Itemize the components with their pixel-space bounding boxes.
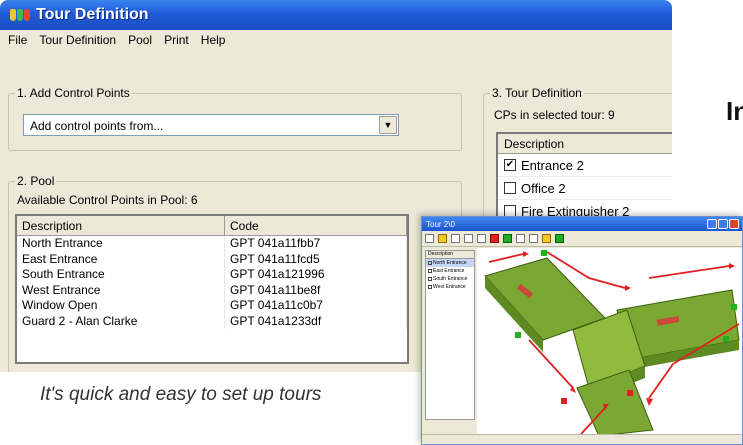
add-control-points-dropdown[interactable]: Add control points from... ▼ xyxy=(23,114,399,136)
table-row[interactable]: North Entrance GPT 041a11fbb7 xyxy=(17,236,407,252)
checkpoint-marker[interactable] xyxy=(541,250,547,256)
column-header-code[interactable]: Code xyxy=(225,216,407,236)
column-header-description[interactable]: Description xyxy=(498,134,672,154)
caption: It's quick and easy to set up tours xyxy=(40,384,322,405)
cell-code: GPT 041a11fcd5 xyxy=(225,251,407,267)
column-header-description[interactable]: Description xyxy=(17,216,225,236)
route-icon[interactable] xyxy=(503,234,512,243)
menu-bar: File Tour Definition Pool Print Help xyxy=(0,30,672,50)
heading-fragment: In xyxy=(726,96,743,126)
tour-2-window: Tour 2\0 Description North Entrance East… xyxy=(421,216,743,445)
window-title: Tour Definition xyxy=(36,6,149,23)
marker-icon[interactable] xyxy=(542,234,551,243)
list-item[interactable]: ✔ Entrance 2 xyxy=(498,154,672,177)
tour-definition-title: 3. Tour Definition xyxy=(490,86,584,100)
table-row[interactable]: East Entrance GPT 041a11fcd5 xyxy=(17,251,407,267)
table-row[interactable]: West Entrance GPT 041a11be8f xyxy=(17,282,407,298)
grid-icon[interactable] xyxy=(516,234,525,243)
checkpoint-marker[interactable] xyxy=(561,398,567,404)
new-file-icon[interactable] xyxy=(425,234,434,243)
overlay-side-list[interactable]: Description North Entrance East Entrance… xyxy=(425,250,475,420)
overlay-side-header: Description xyxy=(426,251,474,259)
list-item-label: Entrance 2 xyxy=(521,157,584,173)
menu-pool[interactable]: Pool xyxy=(128,33,152,47)
list-item[interactable]: West Entrance xyxy=(426,283,474,291)
overlay-title: Tour 2\0 xyxy=(426,219,455,229)
flag-icon[interactable] xyxy=(555,234,564,243)
maximize-icon[interactable] xyxy=(718,219,728,229)
table-row[interactable]: Window Open GPT 041a11c0b7 xyxy=(17,298,407,314)
menu-file[interactable]: File xyxy=(8,33,27,47)
checkbox-checked[interactable]: ✔ xyxy=(504,159,516,171)
overlay-title-bar[interactable]: Tour 2\0 xyxy=(422,217,742,231)
checkpoint-marker[interactable] xyxy=(731,304,737,310)
minimize-icon[interactable] xyxy=(707,219,717,229)
tour-cp-count: CPs in selected tour: 9 xyxy=(494,108,615,122)
pen-icon[interactable] xyxy=(490,234,499,243)
pool-group: 2. Pool Available Control Points in Pool… xyxy=(8,174,462,372)
cell-code: GPT 041a11be8f xyxy=(225,282,407,298)
move-icon[interactable] xyxy=(477,234,486,243)
cell-code: GPT 041a11c0b7 xyxy=(225,298,407,314)
add-control-points-group: 1. Add Control Points Add control points… xyxy=(8,86,462,151)
print-icon[interactable] xyxy=(464,234,473,243)
building-3d-view[interactable] xyxy=(477,248,742,436)
cell-description: South Entrance xyxy=(17,267,225,283)
cell-code: GPT 041a121996 xyxy=(225,267,407,283)
cell-description: Guard 2 - Alan Clarke xyxy=(17,313,225,329)
checkpoint-marker[interactable] xyxy=(723,336,729,342)
list-item[interactable]: East Entrance xyxy=(426,267,474,275)
text-icon[interactable] xyxy=(529,234,538,243)
table-row[interactable]: South Entrance GPT 041a121996 xyxy=(17,267,407,283)
dropdown-value: Add control points from... xyxy=(30,119,164,133)
app-logo-icon xyxy=(10,7,30,23)
table-row[interactable]: Guard 2 - Alan Clarke GPT 041a1233df xyxy=(17,313,407,329)
save-icon[interactable] xyxy=(451,234,460,243)
checkpoint-marker[interactable] xyxy=(627,390,633,396)
checkbox-unchecked[interactable] xyxy=(504,182,516,194)
pool-table[interactable]: Description Code North Entrance GPT 041a… xyxy=(15,214,409,364)
add-control-points-title: 1. Add Control Points xyxy=(15,86,132,100)
cell-code: GPT 041a11fbb7 xyxy=(225,236,407,252)
checkpoint-marker[interactable] xyxy=(515,332,521,338)
menu-tour-definition[interactable]: Tour Definition xyxy=(39,33,116,47)
cell-description: East Entrance xyxy=(17,251,225,267)
list-item[interactable]: Office 2 xyxy=(498,177,672,200)
chevron-down-icon[interactable]: ▼ xyxy=(379,116,397,134)
overlay-status-bar xyxy=(422,434,742,444)
list-item-label: Office 2 xyxy=(521,180,566,196)
list-item[interactable]: South Entrance xyxy=(426,275,474,283)
menu-help[interactable]: Help xyxy=(201,33,226,47)
title-bar[interactable]: Tour Definition xyxy=(0,0,672,30)
cell-code: GPT 041a1233df xyxy=(225,313,407,329)
close-icon[interactable] xyxy=(729,219,739,229)
cell-description: Window Open xyxy=(17,298,225,314)
open-folder-icon[interactable] xyxy=(438,234,447,243)
list-item[interactable]: North Entrance xyxy=(426,259,474,267)
overlay-toolbar xyxy=(422,231,742,247)
pool-title: 2. Pool xyxy=(15,174,57,188)
cell-description: North Entrance xyxy=(17,236,225,252)
menu-print[interactable]: Print xyxy=(164,33,189,47)
pool-count: Available Control Points in Pool: 6 xyxy=(17,193,198,207)
cell-description: West Entrance xyxy=(17,282,225,298)
